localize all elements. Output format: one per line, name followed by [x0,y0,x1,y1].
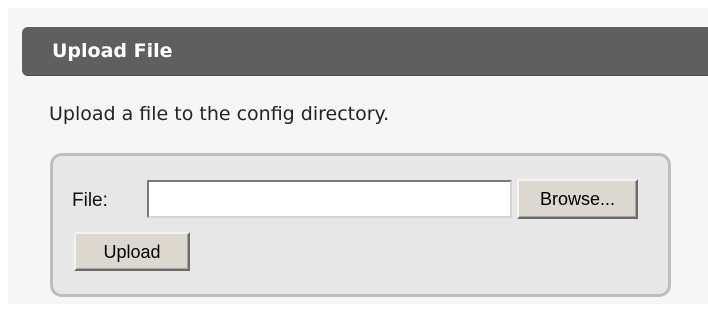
upload-form-box [50,153,671,297]
file-label: File: [72,190,108,211]
browse-button[interactable]: Browse... [517,179,638,219]
file-path-input[interactable] [147,180,512,218]
section-header: Upload File [22,27,708,76]
upload-button[interactable]: Upload [74,232,190,271]
section-description: Upload a file to the config directory. [49,103,390,125]
section-title: Upload File [52,40,173,62]
